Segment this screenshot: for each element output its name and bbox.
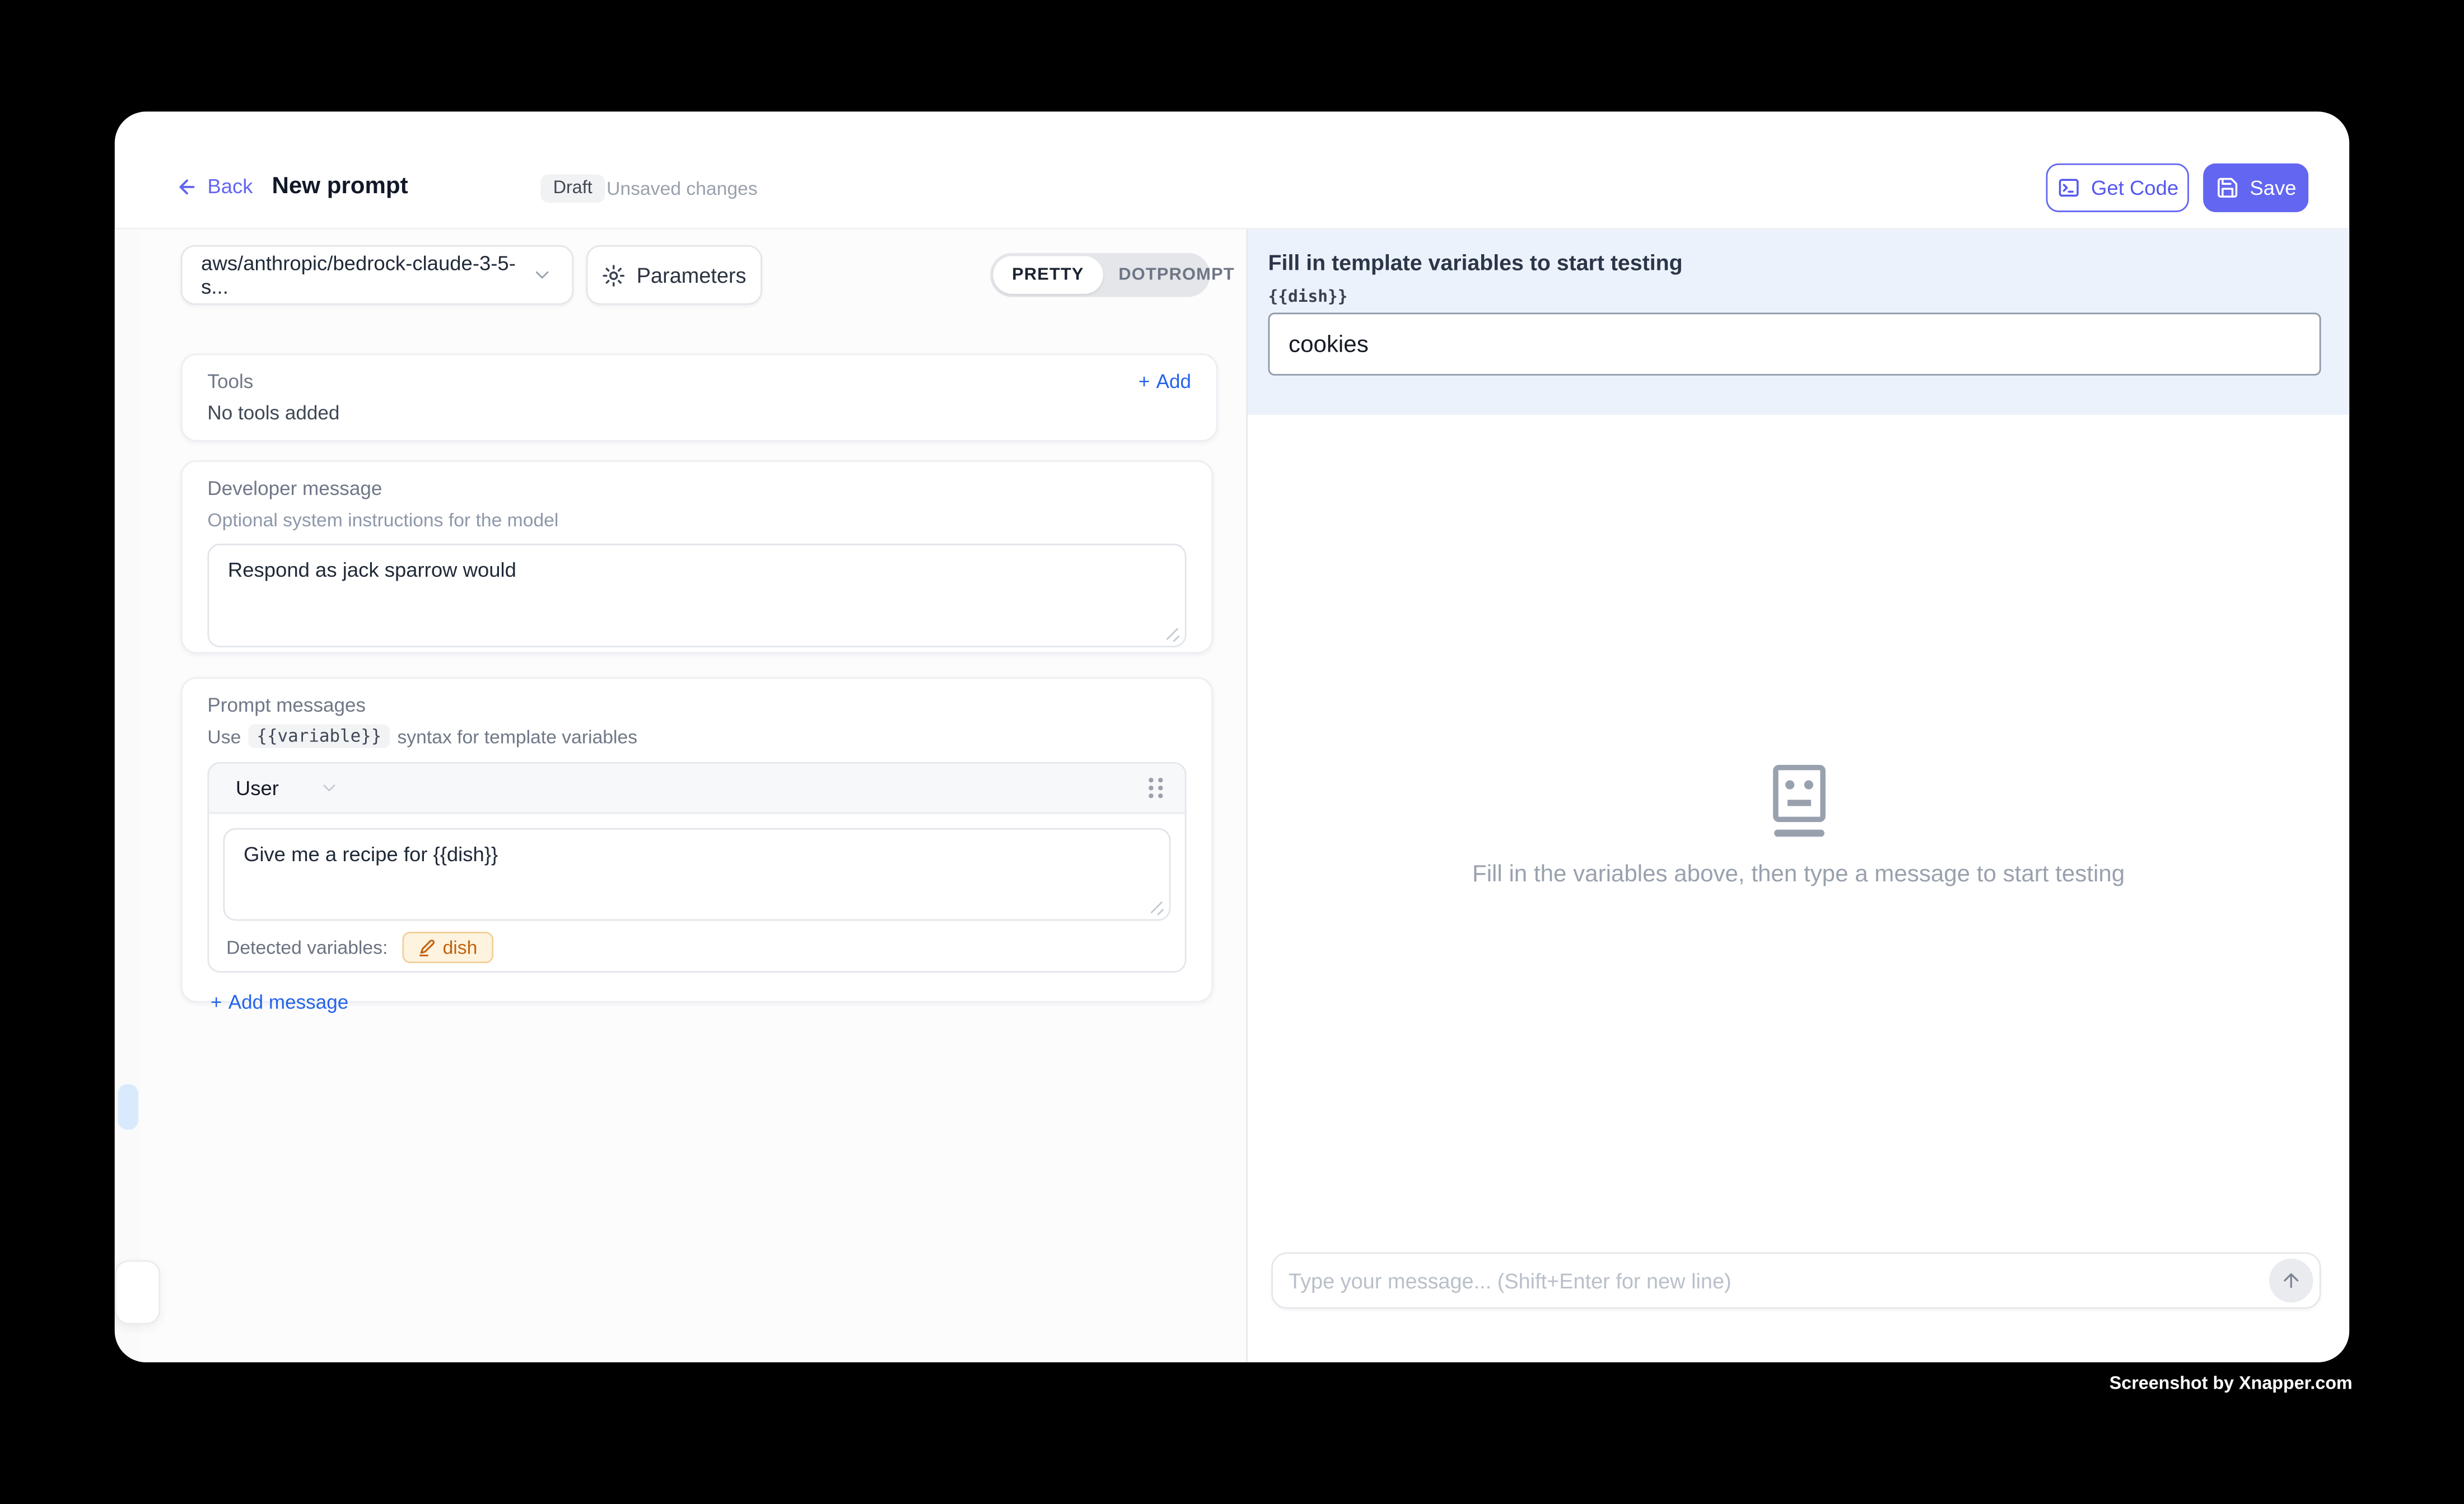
developer-message-card: Developer message Optional system instru… [181,460,1214,653]
variables-title: Fill in template variables to start test… [1268,250,2321,275]
status-badge: Draft [540,174,605,203]
toggle-option-dotprompt[interactable]: DOTPROMPT [1103,256,1250,293]
unsaved-changes-label: Unsaved changes [606,178,758,199]
composer-input[interactable] [1289,1269,2269,1292]
role-label: User [236,776,279,800]
message-block: User Give me a recipe for {{dish}} [207,762,1186,973]
plus-icon: + [211,992,222,1013]
gear-icon [602,263,626,287]
tools-title: Tools [207,371,253,393]
empty-state: Fill in the variables above, then type a… [1248,764,2349,888]
prompt-messages-title: Prompt messages [207,694,1186,716]
add-tool-button[interactable]: + Add [1138,371,1191,393]
parameters-button[interactable]: Parameters [586,245,762,305]
detected-variables-label: Detected variables: [226,936,388,958]
send-arrow-icon [2280,1269,2302,1291]
get-code-label: Get Code [2091,176,2178,199]
template-hint: Use {{variable}} syntax for template var… [207,725,1186,748]
drag-handle[interactable] [1149,778,1163,798]
rail-selected-item[interactable] [118,1084,138,1129]
variable-name-label: {{dish}} [1268,288,2321,307]
hint-suffix: syntax for template variables [397,725,637,747]
developer-message-textarea[interactable]: Respond as jack sparrow would [207,544,1186,647]
developer-message-subtitle: Optional system instructions for the mod… [207,509,1186,531]
robot-icon [1248,764,2349,839]
save-button[interactable]: Save [2203,164,2308,212]
plus-icon: + [1138,371,1150,393]
chevron-down-icon [320,778,340,798]
save-icon [2215,176,2239,199]
prompt-editor-panel: aws/anthropic/bedrock-claude-3-5-s... Pa… [115,230,1246,1362]
app-window: Back New prompt Draft Unsaved changes Ge… [115,111,2349,1362]
page-title: New prompt [272,173,408,200]
toggle-option-pretty[interactable]: PRETTY [993,256,1103,293]
empty-state-text: Fill in the variables above, then type a… [1248,861,2349,888]
detected-variables-row: Detected variables: dish [223,932,1170,963]
message-composer [1271,1252,2321,1309]
hint-prefix: Use [207,725,241,747]
model-selector-value: aws/anthropic/bedrock-claude-3-5-s... [201,251,531,298]
message-textarea[interactable]: Give me a recipe for {{dish}} [223,828,1170,921]
get-code-button[interactable]: Get Code [2046,164,2189,212]
back-button[interactable]: Back [176,174,253,198]
developer-message-title: Developer message [207,478,1186,499]
save-label: Save [2250,176,2296,199]
pencil-icon [418,939,435,956]
send-button[interactable] [2269,1259,2313,1303]
view-toggle: PRETTY DOTPROMPT [990,253,1210,297]
left-rail [115,230,140,1362]
floating-card [115,1260,160,1325]
add-message-label: Add message [228,992,348,1013]
tools-empty-text: No tools added [207,402,1191,424]
screenshot-stage: Back New prompt Draft Unsaved changes Ge… [0,0,2464,1503]
message-header: User [209,764,1185,814]
role-selector[interactable]: User [236,776,340,800]
terminal-icon [2056,176,2080,199]
parameters-label: Parameters [637,263,746,287]
chevron-down-icon [531,264,553,286]
variable-code-chip: {{variable}} [249,725,389,748]
watermark: Screenshot by Xnapper.com [2110,1375,2353,1394]
variable-input[interactable] [1268,312,2321,375]
back-arrow-icon [176,175,198,197]
add-tool-label: Add [1156,371,1191,393]
prompt-messages-card: Prompt messages Use {{variable}} syntax … [181,677,1214,1002]
model-selector[interactable]: aws/anthropic/bedrock-claude-3-5-s... [181,245,574,305]
variable-chip[interactable]: dish [402,932,493,963]
tester-panel: Fill in template variables to start test… [1246,230,2349,1362]
variables-section: Fill in template variables to start test… [1248,230,2349,415]
add-message-button[interactable]: + Add message [207,992,1186,1013]
back-label: Back [207,174,253,198]
tools-card: Tools + Add No tools added [181,353,1218,441]
variable-chip-label: dish [443,936,478,958]
